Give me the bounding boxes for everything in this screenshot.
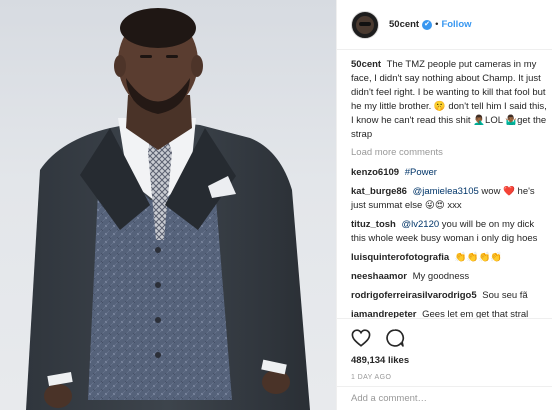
comment-item: kat_burge86 @jamielea3105 wow ❤️ he's ju… [351, 185, 547, 213]
comment-item: neeshaamor My goodness [351, 270, 547, 284]
verified-badge-icon: ✔ [422, 19, 433, 30]
comment-text: My goodness [412, 271, 470, 282]
load-more-comments-button[interactable]: Load more comments [351, 147, 547, 158]
caption-username[interactable]: 50cent [351, 59, 381, 70]
action-icons [351, 327, 539, 349]
comment-username[interactable]: kenzo6109 [351, 167, 399, 178]
comment-username[interactable]: luisquinterofotografia [351, 252, 449, 263]
post-timestamp: 1 DAY AGO [351, 374, 392, 381]
follow-button[interactable]: Follow [441, 19, 471, 30]
avatar[interactable] [351, 10, 379, 39]
avatar-image [356, 15, 374, 34]
header-username[interactable]: 50cent [389, 19, 419, 30]
add-comment-input[interactable] [351, 393, 531, 404]
comment-text: 👏👏👏👏 [454, 252, 503, 263]
caption-text: The TMZ people put cameras in my face, I… [351, 59, 547, 140]
instagram-post: 50cent ✔ • Follow 50cent The TMZ people … [0, 0, 552, 410]
likes-count[interactable]: 489,134 likes [351, 355, 539, 366]
comment-bubble-icon[interactable] [385, 328, 405, 348]
post-actions: 489,134 likes 1 DAY AGO [337, 318, 552, 381]
comment-username[interactable]: kat_burge86 [351, 186, 407, 197]
comment-text: Sou seu fã [482, 290, 528, 301]
comment-item: tituz_tosh @lv2120 you will be on my dic… [351, 218, 547, 246]
comments-list: 50cent The TMZ people put cameras in my … [351, 58, 547, 327]
man-in-suit-image [26, 8, 310, 410]
post-photo[interactable] [0, 0, 336, 410]
comment-username[interactable]: tituz_tosh [351, 219, 396, 230]
add-comment-bar [337, 386, 552, 410]
comment-username[interactable]: rodrigoferreirasilvarodrigo5 [351, 290, 477, 301]
comment-item: luisquinterofotografia 👏👏👏👏 [351, 251, 547, 265]
post-header: 50cent ✔ • Follow [337, 0, 552, 50]
comment-hashtag[interactable]: #Power [405, 167, 437, 178]
comment-mention[interactable]: @lv2120 [402, 219, 440, 230]
comment-mention[interactable]: @jamielea3105 [413, 186, 479, 197]
separator-dot: • [435, 19, 439, 30]
comment-item: kenzo6109 #Power [351, 166, 547, 180]
comment-username[interactable]: neeshaamor [351, 271, 407, 282]
caption: 50cent The TMZ people put cameras in my … [351, 58, 547, 142]
heart-icon[interactable] [351, 329, 371, 347]
post-side-panel: 50cent ✔ • Follow 50cent The TMZ people … [336, 0, 552, 410]
comment-item: rodrigoferreirasilvarodrigo5 Sou seu fã [351, 289, 547, 303]
